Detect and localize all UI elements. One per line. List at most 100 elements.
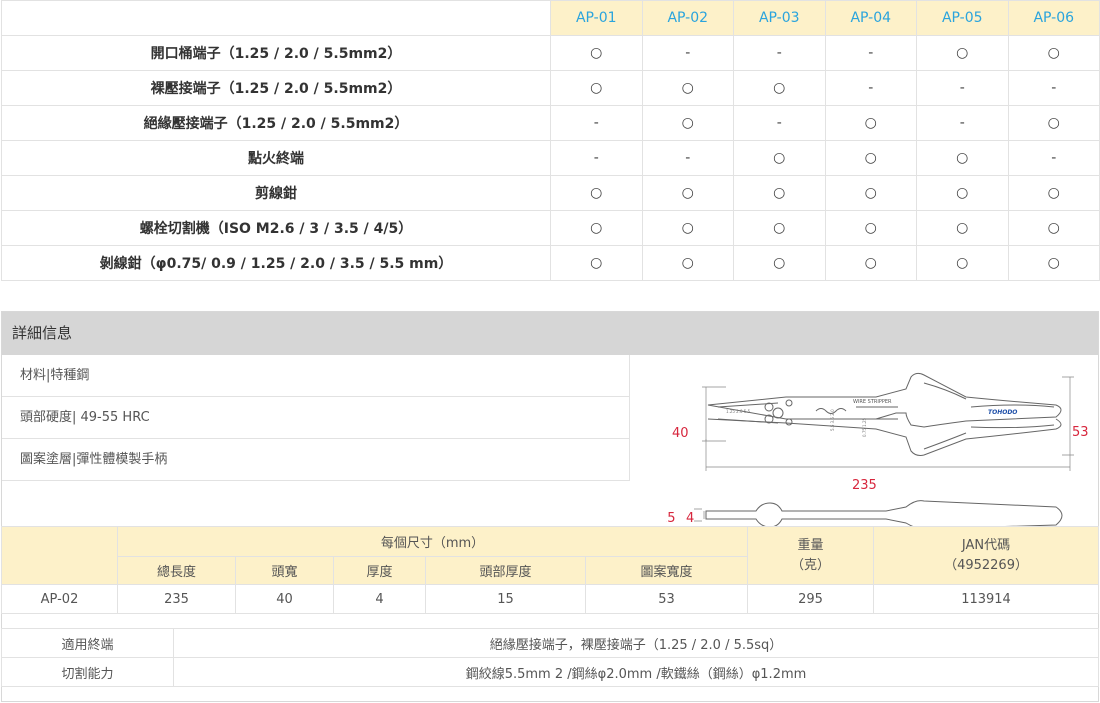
terminal-type-label: 剝線鉗（φ0.75/ 0.9 / 1.25 / 2.0 / 3.5 / 5.5 … [1, 245, 551, 281]
dims-value: 15 [425, 584, 586, 614]
terminal-type-label: 裸壓接端子（1.25 / 2.0 / 5.5mm2） [1, 70, 551, 106]
compat-row: 開口桶端子（1.25 / 2.0 / 5.5mm2） ○ - - - ○ ○ [1, 35, 1100, 71]
compat-mark: ○ [916, 35, 1009, 71]
property-hardness: 頭部硬度| 49-55 HRC [2, 397, 629, 439]
dims-jan: 113914 [873, 584, 1100, 614]
compat-mark: ○ [550, 175, 643, 211]
compat-mark: ○ [641, 175, 734, 211]
col-head-width: 頭寬 [235, 556, 334, 585]
compat-mark: ○ [641, 105, 734, 141]
spec-value: 絕緣壓接端子，裸壓接端子（1.25 / 2.0 / 5.5sq） [173, 628, 1099, 658]
compat-mark: - [550, 105, 643, 141]
terminal-type-label: 點火終端 [1, 140, 551, 176]
col-pattern-width: 圖案寬度 [584, 556, 749, 585]
compat-row: 絕緣壓接端子（1.25 / 2.0 / 5.5mm2） - ○ - ○ - ○ [1, 105, 1100, 141]
tool-dimension-drawing: 1.25 2.0 5.5 5.5 3.5 2.0 0.75 1.25 WIRE … [666, 372, 1089, 530]
dims-value: 40 [235, 584, 334, 614]
spec-value: 鋼絞線5.5mm 2 /鋼絲φ2.0mm /軟鐵絲（鋼絲）φ1.2mm [173, 657, 1099, 687]
compat-mark: - [824, 70, 917, 106]
compat-mark: ○ [733, 70, 826, 106]
compat-mark: ○ [733, 140, 826, 176]
dims-value: 235 [117, 584, 236, 614]
dims-weight: 295 [747, 584, 875, 614]
compat-mark: ○ [550, 70, 643, 106]
compat-row: 剝線鉗（φ0.75/ 0.9 / 1.25 / 2.0 / 3.5 / 5.5 … [1, 245, 1100, 281]
compat-mark: - [916, 105, 1009, 141]
compat-mark: - [916, 70, 1009, 106]
brand-logo-text: TOHODO [988, 409, 1017, 416]
col-head-thickness: 頭部厚度 [425, 556, 586, 585]
model-header: AP-02 [641, 0, 734, 36]
dimension-4: 4 [686, 511, 694, 526]
compat-mark: ○ [550, 35, 643, 71]
dims-value: 53 [584, 584, 749, 614]
compat-mark: ○ [1007, 175, 1100, 211]
terminal-type-label: 螺栓切割機（ISO M2.6 / 3 / 3.5 / 4/5） [1, 210, 551, 246]
dimension-53: 53 [1072, 425, 1089, 440]
compat-mark: ○ [916, 245, 1009, 281]
dimensions-table: 每個尺寸（mm） 重量 （克） JAN代碼 （4952269） 總長度 頭寬 厚… [1, 526, 1100, 614]
compat-mark: ○ [733, 245, 826, 281]
compat-mark: ○ [824, 210, 917, 246]
svg-text:0.75 1.25: 0.75 1.25 [862, 417, 867, 437]
compat-mark: ○ [1007, 210, 1100, 246]
compat-mark: ○ [1007, 35, 1100, 71]
property-material: 材料|特種鋼 [2, 355, 629, 397]
compat-row: 剪線鉗 ○ ○ ○ ○ ○ ○ [1, 175, 1100, 211]
compat-mark: ○ [824, 140, 917, 176]
terminal-type-label: 絕緣壓接端子（1.25 / 2.0 / 5.5mm2） [1, 105, 551, 141]
col-total-length: 總長度 [117, 556, 236, 585]
compat-mark: ○ [824, 175, 917, 211]
dimension-15: 15 [666, 511, 676, 526]
pliers-markings: 1.25 2.0 5.5 5.5 3.5 2.0 0.75 1.25 [726, 409, 867, 437]
compat-mark: ○ [550, 210, 643, 246]
dims-header-blank [1, 526, 118, 585]
compat-mark: - [733, 35, 826, 71]
col-thickness: 厚度 [333, 556, 426, 585]
svg-text:5.5 3.5 2.0: 5.5 3.5 2.0 [830, 409, 835, 431]
dimension-235: 235 [852, 478, 877, 493]
compat-mark: ○ [550, 245, 643, 281]
weight-header: 重量 （克） [747, 526, 875, 585]
compat-mark: ○ [641, 210, 734, 246]
dims-group-header: 每個尺寸（mm） [116, 526, 749, 557]
compatibility-table: AP-01 AP-02 AP-03 AP-04 AP-05 AP-06 開口桶端… [1, 0, 1100, 281]
compat-mark: ○ [1007, 245, 1100, 281]
spec-row: 切割能力 鋼絞線5.5mm 2 /鋼絲φ2.0mm /軟鐵絲（鋼絲）φ1.2mm [1, 657, 1099, 687]
model-header: AP-05 [916, 0, 1009, 36]
compat-mark: - [641, 35, 734, 71]
model-header: AP-03 [733, 0, 826, 36]
svg-text:1.25 2.0 5.5: 1.25 2.0 5.5 [726, 409, 751, 414]
spec-label: 切割能力 [1, 657, 174, 687]
terminal-type-label: 開口桶端子（1.25 / 2.0 / 5.5mm2） [1, 35, 551, 71]
compat-header-blank [1, 0, 551, 36]
property-coating: 圖案塗層|彈性體模製手柄 [2, 439, 629, 481]
model-header: AP-04 [824, 0, 917, 36]
compat-mark: - [824, 35, 917, 71]
model-header: AP-06 [1007, 0, 1100, 36]
compat-header-row: AP-01 AP-02 AP-03 AP-04 AP-05 AP-06 [1, 0, 1100, 36]
property-list: 材料|特種鋼 頭部硬度| 49-55 HRC 圖案塗層|彈性體模製手柄 [2, 355, 630, 481]
spec-table: 適用終端 絕緣壓接端子，裸壓接端子（1.25 / 2.0 / 5.5sq） 切割… [1, 628, 1099, 687]
dims-model: AP-02 [1, 584, 118, 614]
terminal-type-label: 剪線鉗 [1, 175, 551, 211]
compat-mark: - [641, 140, 734, 176]
compat-mark: ○ [1007, 105, 1100, 141]
dims-value: 4 [333, 584, 426, 614]
spec-row: 適用終端 絕緣壓接端子，裸壓接端子（1.25 / 2.0 / 5.5sq） [1, 628, 1099, 658]
compat-mark: ○ [824, 245, 917, 281]
compat-mark: ○ [733, 175, 826, 211]
pliers-side-view [705, 500, 1063, 530]
spec-label: 適用終端 [1, 628, 174, 658]
compat-mark: ○ [916, 175, 1009, 211]
compat-mark: - [550, 140, 643, 176]
compat-mark: ○ [916, 210, 1009, 246]
compat-row: 螺栓切割機（ISO M2.6 / 3 / 3.5 / 4/5） ○ ○ ○ ○ ○ ○ [1, 210, 1100, 246]
dims-row: AP-02 235 40 4 15 53 295 113914 [1, 584, 1100, 614]
detail-title: 詳細信息 [2, 312, 1098, 355]
model-header: AP-01 [550, 0, 643, 36]
compat-mark: - [733, 105, 826, 141]
compat-row: 點火終端 - - ○ ○ ○ - [1, 140, 1100, 176]
compat-mark: ○ [916, 140, 1009, 176]
compat-row: 裸壓接端子（1.25 / 2.0 / 5.5mm2） ○ ○ ○ - - - [1, 70, 1100, 106]
